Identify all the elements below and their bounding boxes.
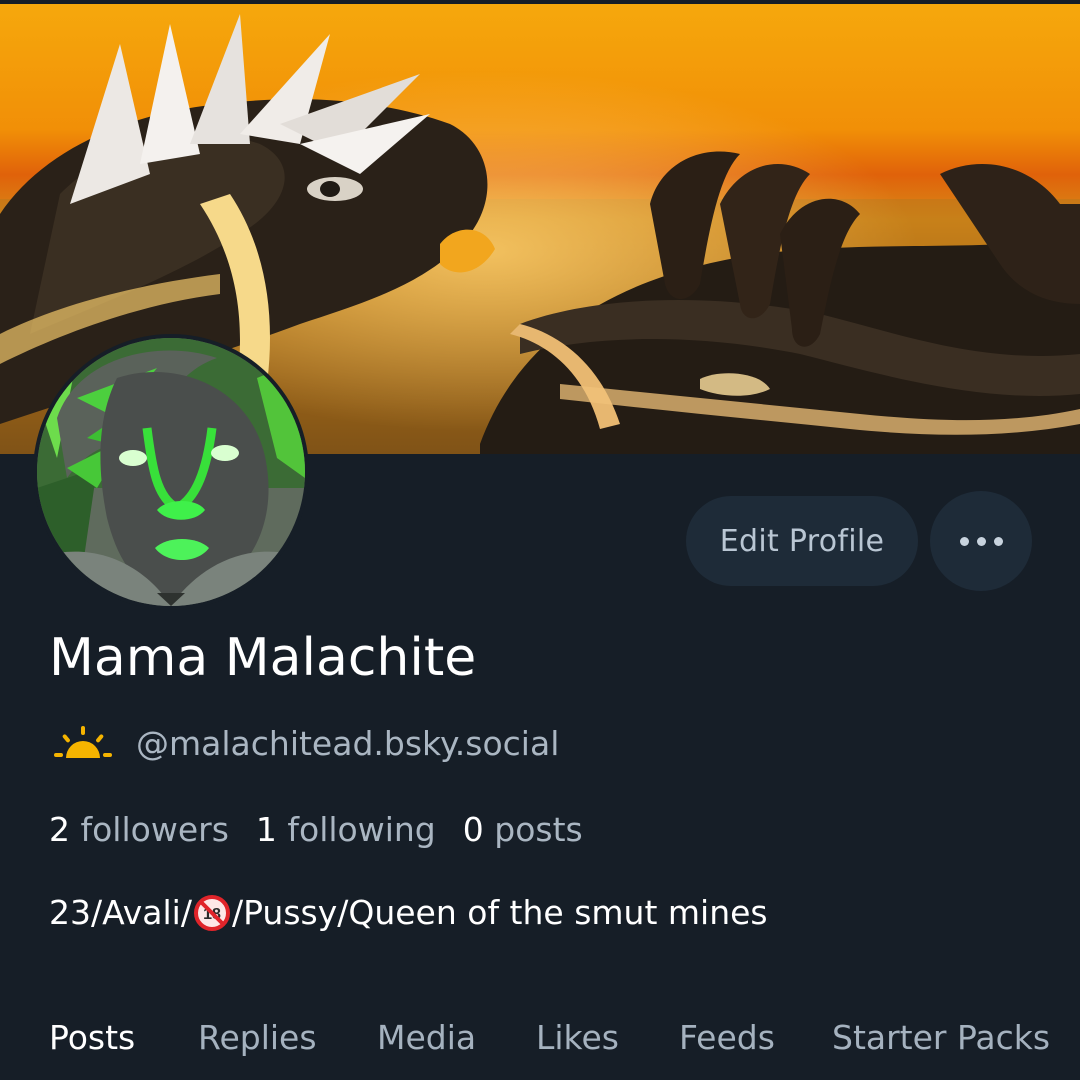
more-options-button[interactable] bbox=[930, 491, 1032, 591]
tab-starter-packs[interactable]: Starter Packs bbox=[832, 1018, 1050, 1057]
more-horizontal-icon bbox=[993, 536, 1003, 546]
tab-posts[interactable]: Posts bbox=[49, 1018, 135, 1057]
tab-feeds[interactable]: Feeds bbox=[679, 1018, 775, 1057]
edit-profile-button[interactable]: Edit Profile bbox=[686, 496, 918, 586]
profile-tabs: Posts Replies Media Likes Feeds Starter … bbox=[0, 1018, 1080, 1080]
more-horizontal-icon bbox=[959, 536, 969, 546]
avatar-image bbox=[37, 338, 305, 606]
bio-text-end: /Pussy/Queen of the smut mines bbox=[231, 893, 768, 932]
tab-likes[interactable]: Likes bbox=[536, 1018, 619, 1057]
following-label: following bbox=[287, 810, 436, 849]
profile-handle[interactable]: @malachitead.bsky.social bbox=[136, 724, 559, 763]
handle-row: @malachitead.bsky.social bbox=[52, 720, 559, 766]
bio-text-start: 23/Avali/ bbox=[49, 893, 192, 932]
no-under-18-icon: 18 bbox=[193, 894, 230, 931]
posts-count: 0 bbox=[462, 810, 484, 849]
edit-profile-label: Edit Profile bbox=[719, 523, 885, 559]
followers-stat[interactable]: 2 followers bbox=[49, 810, 229, 849]
display-name: Mama Malachite bbox=[49, 628, 477, 688]
following-count: 1 bbox=[255, 810, 277, 849]
followers-count: 2 bbox=[49, 810, 70, 849]
profile-bio: 23/Avali/ 18 /Pussy/Queen of the smut mi… bbox=[49, 893, 768, 932]
following-stat[interactable]: 1 following bbox=[256, 810, 436, 849]
more-horizontal-icon bbox=[976, 536, 986, 546]
profile-stats: 2 followers 1 following 0 posts bbox=[49, 810, 610, 849]
tab-media[interactable]: Media bbox=[377, 1018, 476, 1057]
followers-label: followers bbox=[80, 810, 229, 849]
posts-stat: 0 posts bbox=[463, 810, 583, 849]
posts-label: posts bbox=[494, 810, 583, 849]
tab-replies[interactable]: Replies bbox=[198, 1018, 317, 1057]
avatar[interactable] bbox=[33, 334, 309, 610]
sunrise-icon bbox=[54, 726, 112, 758]
